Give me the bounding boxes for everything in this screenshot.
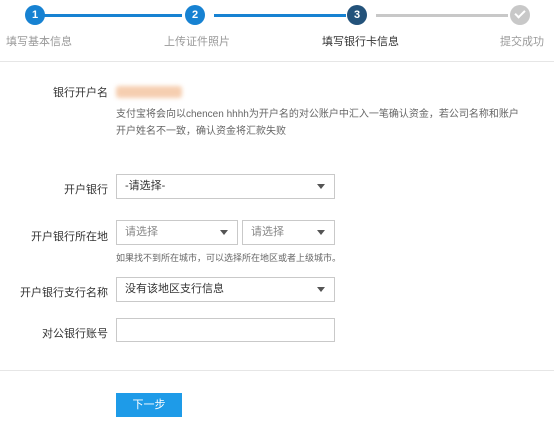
location-hint: 如果找不到所在城市，可以选择所在地区或者上级城市。 xyxy=(116,253,342,263)
progress-stepper: 1 2 3 填写基本信息 上传证件照片 填写银行卡信息 提交成功 xyxy=(0,0,554,62)
chevron-down-icon xyxy=(220,230,228,235)
step-connector-3 xyxy=(376,14,508,17)
chevron-down-icon xyxy=(317,230,325,235)
bank-label: 开户银行 xyxy=(64,184,108,196)
account-name-label: 银行开户名 xyxy=(53,87,108,99)
location-label: 开户银行所在地 xyxy=(31,231,108,243)
city-select-value: 请选择 xyxy=(251,226,284,238)
province-select-value: 请选择 xyxy=(125,226,158,238)
chevron-down-icon xyxy=(317,287,325,292)
step-connector-2 xyxy=(214,14,346,17)
branch-select[interactable]: 没有该地区支行信息 xyxy=(116,277,335,302)
province-select[interactable]: 请选择 xyxy=(116,220,238,245)
step-1-label: 填写基本信息 xyxy=(6,36,72,48)
branch-label: 开户银行支行名称 xyxy=(20,287,108,299)
bank-select[interactable]: -请选择- xyxy=(116,174,335,199)
step-1-badge: 1 xyxy=(25,5,45,25)
chevron-down-icon xyxy=(317,184,325,189)
step-4-badge xyxy=(510,5,530,25)
branch-select-value: 没有该地区支行信息 xyxy=(125,283,224,295)
step-4-label: 提交成功 xyxy=(500,36,544,48)
account-number-label: 对公银行账号 xyxy=(42,328,108,340)
step-3-badge: 3 xyxy=(347,5,367,25)
bank-select-value: -请选择- xyxy=(125,180,166,192)
step-2-badge: 2 xyxy=(185,5,205,25)
next-button[interactable]: 下一步 xyxy=(116,393,182,417)
account-number-input[interactable] xyxy=(116,318,335,342)
check-icon xyxy=(514,7,526,19)
step-connector-1 xyxy=(44,14,182,17)
city-select[interactable]: 请选择 xyxy=(242,220,335,245)
account-name-value xyxy=(116,86,182,98)
divider xyxy=(0,370,554,371)
step-2-label: 上传证件照片 xyxy=(164,36,230,48)
step-3-label: 填写银行卡信息 xyxy=(322,36,399,48)
account-name-note: 支付宝将会向以chencen hhhh为开户名的对公账户中汇入一笔确认资金，若公… xyxy=(116,109,519,137)
